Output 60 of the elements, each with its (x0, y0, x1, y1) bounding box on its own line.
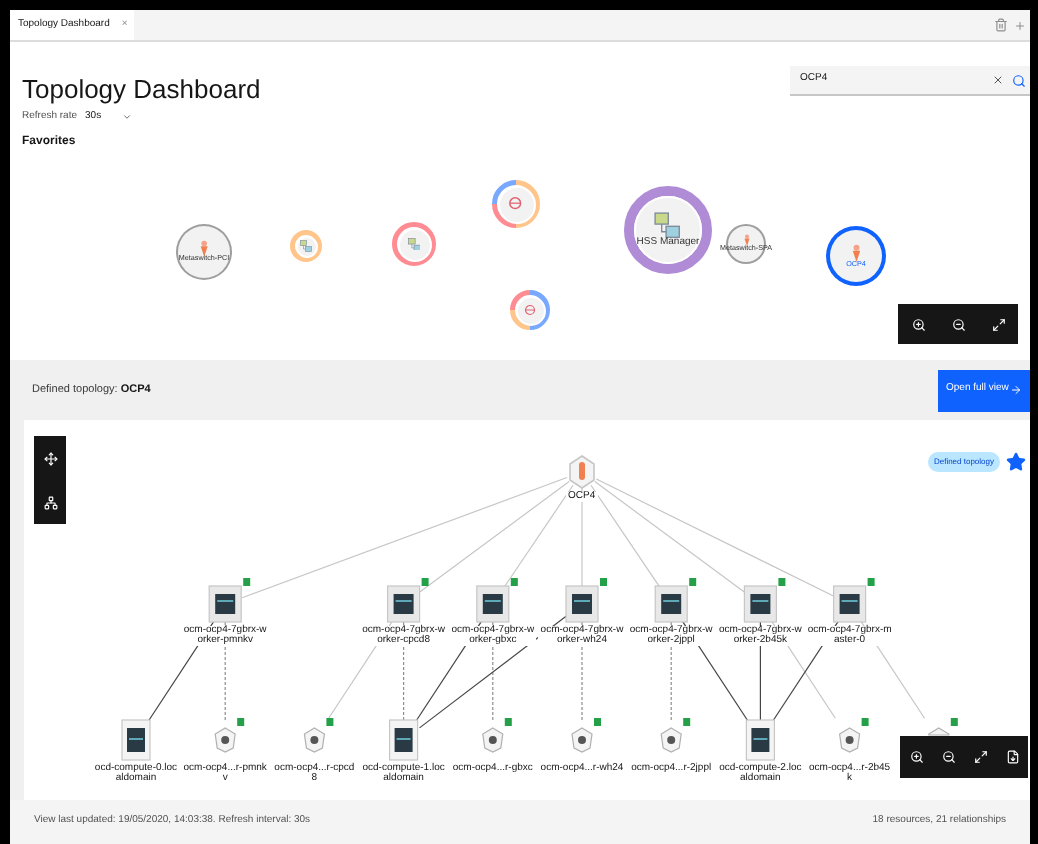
pod-node[interactable] (571, 727, 593, 753)
status-badge (504, 718, 512, 726)
status-badge (867, 578, 875, 586)
host-node[interactable] (745, 719, 775, 761)
monitor-icon (654, 211, 682, 239)
pod-node[interactable] (303, 727, 326, 753)
trash-icon[interactable] (994, 18, 1008, 32)
status-badge (243, 578, 251, 586)
connector-line (581, 621, 583, 721)
zoom-in-icon[interactable] (911, 317, 925, 331)
monitor-icon (300, 240, 312, 252)
network-icon (524, 304, 536, 316)
connector-line (581, 487, 583, 587)
status-badge (861, 718, 869, 726)
status-badge (510, 578, 518, 586)
pod-node[interactable] (660, 727, 682, 753)
cone-icon (199, 240, 209, 257)
hierarchy-icon[interactable] (43, 495, 57, 509)
status-badge (594, 718, 601, 726)
expand-icon[interactable] (973, 750, 987, 764)
zoom-out-icon[interactable] (941, 750, 955, 764)
status-badge (683, 718, 691, 726)
zoom-out-icon[interactable] (951, 317, 965, 331)
status-badge (421, 578, 429, 586)
status-badge (237, 718, 245, 726)
network-icon (508, 196, 524, 212)
server-node[interactable] (654, 585, 688, 623)
pod-node[interactable] (482, 727, 504, 753)
status-badge (778, 578, 786, 586)
connector-line (224, 621, 226, 721)
host-node[interactable] (389, 719, 419, 761)
host-node[interactable] (121, 719, 151, 761)
connector-line (670, 621, 672, 721)
document-icon[interactable] (1005, 750, 1019, 764)
chevron-icon (121, 112, 132, 123)
arrow-icon (1010, 384, 1022, 396)
status-badge (326, 718, 334, 726)
expand-icon[interactable] (991, 317, 1005, 331)
server-node[interactable] (565, 585, 599, 623)
cone-icon (851, 243, 861, 262)
pod-node[interactable] (838, 727, 861, 753)
status-badge (689, 578, 697, 586)
cone-icon (743, 234, 749, 247)
server-node[interactable] (476, 585, 510, 623)
cluster-node[interactable] (569, 455, 595, 489)
clear-icon[interactable] (992, 74, 1004, 86)
status-badge (600, 578, 607, 586)
server-node[interactable] (743, 585, 777, 623)
zoom-in-icon[interactable] (909, 750, 923, 764)
status-badge (950, 718, 958, 726)
pod-node[interactable] (214, 727, 236, 753)
search-icon[interactable] (1012, 73, 1026, 87)
monitor-icon (407, 237, 421, 251)
connector-line (403, 621, 405, 721)
star-icon[interactable] (1006, 452, 1026, 472)
move-icon[interactable] (43, 451, 57, 465)
server-node[interactable] (208, 585, 242, 623)
page-title: Topology Dashboard (22, 72, 261, 108)
server-node[interactable] (833, 585, 867, 623)
server-node[interactable] (387, 585, 421, 623)
